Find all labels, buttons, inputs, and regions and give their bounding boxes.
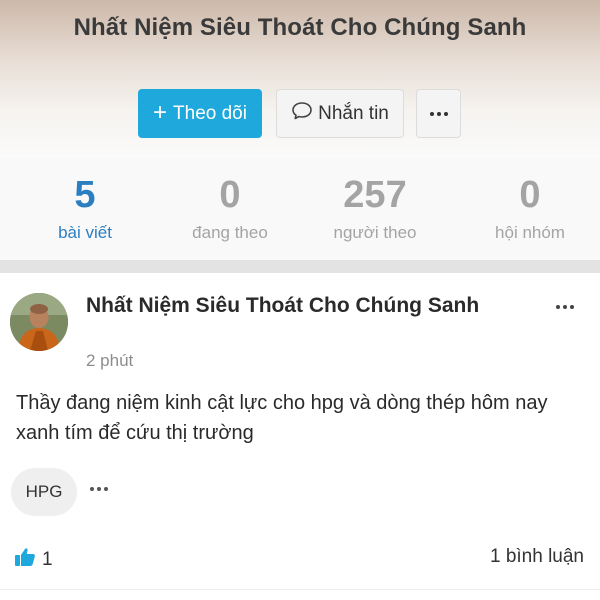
stat-posts-label: bài viết	[58, 223, 112, 242]
section-divider	[0, 260, 600, 273]
chat-bubble-icon	[291, 101, 313, 127]
stat-posts[interactable]: 5 bài viết	[0, 158, 170, 260]
stat-groups-label: hội nhóm	[495, 223, 565, 242]
stat-following[interactable]: 0 đang theo	[170, 158, 290, 260]
comment-count[interactable]: 1 bình luận	[490, 546, 584, 568]
profile-header: Nhất Niệm Siêu Thoát Cho Chúng Sanh + Th…	[0, 0, 600, 158]
post-author[interactable]: Nhất Niệm Siêu Thoát Cho Chúng Sanh	[86, 291, 506, 321]
more-dots-icon	[556, 305, 574, 309]
post-more-button[interactable]	[550, 299, 580, 315]
post-time: 2 phút	[86, 351, 134, 370]
more-dots-icon	[429, 111, 448, 116]
message-button[interactable]: Nhắn tin	[276, 89, 404, 138]
profile-more-button[interactable]	[416, 89, 461, 138]
like-count: 1	[42, 548, 53, 570]
stat-posts-value: 5	[74, 174, 96, 216]
message-button-label: Nhắn tin	[318, 102, 389, 124]
avatar[interactable]	[10, 293, 68, 351]
stat-following-value: 0	[219, 174, 241, 216]
post-divider	[0, 589, 600, 590]
stat-followers-value: 257	[343, 174, 407, 216]
post-card: Nhất Niệm Siêu Thoát Cho Chúng Sanh 2 ph…	[0, 273, 600, 600]
post-body: Thầy đang niệm kinh cật lực cho hpg và d…	[16, 392, 548, 444]
tag-chip[interactable]: HPG	[11, 468, 77, 516]
stat-following-label: đang theo	[192, 223, 268, 242]
more-dots-icon	[90, 487, 108, 491]
like-button[interactable]: 1	[14, 547, 53, 572]
stat-groups-value: 0	[519, 174, 541, 216]
thumbs-up-icon	[14, 547, 36, 572]
profile-stats: 5 bài viết 0 đang theo 257 người theo 0 …	[0, 158, 600, 260]
follow-button[interactable]: + Theo dõi	[138, 89, 262, 138]
stat-followers-label: người theo	[333, 223, 417, 242]
stat-followers[interactable]: 257 người theo	[290, 158, 460, 260]
stat-groups[interactable]: 0 hội nhóm	[460, 158, 600, 260]
profile-title: Nhất Niệm Siêu Thoát Cho Chúng Sanh	[73, 14, 527, 41]
tag-more-button[interactable]	[90, 487, 108, 491]
plus-icon: +	[153, 98, 168, 126]
follow-button-label: Theo dõi	[173, 102, 247, 124]
